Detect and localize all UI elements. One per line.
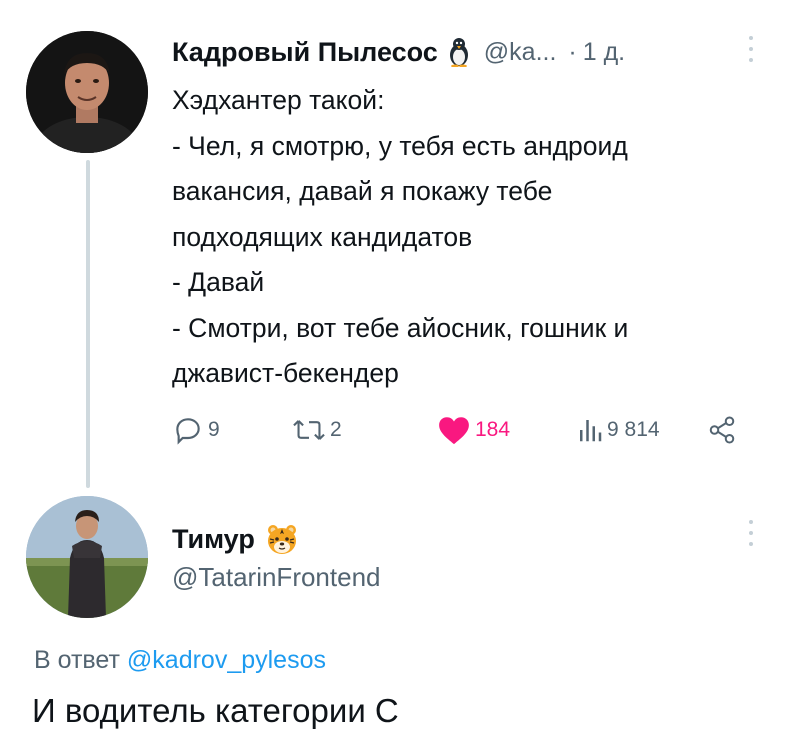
heart-icon bbox=[437, 414, 471, 446]
reply-header: Тимур bbox=[172, 522, 299, 556]
penguin-emoji-icon bbox=[448, 37, 470, 68]
thread-connector-line bbox=[86, 160, 90, 488]
author-name[interactable]: Кадровый Пылесос bbox=[172, 37, 438, 68]
retweet-button[interactable]: 2 bbox=[292, 412, 342, 448]
tweet-text-line: подходящих кандидатов bbox=[172, 221, 473, 252]
like-count: 184 bbox=[475, 418, 511, 441]
reply-count: 9 bbox=[208, 418, 220, 441]
reply-to-link[interactable]: @kadrov_pylesos bbox=[127, 646, 326, 674]
retweet-icon bbox=[292, 415, 326, 445]
tweet-text-line: джавист-бекендер bbox=[172, 358, 399, 388]
like-button[interactable]: 184 bbox=[437, 412, 510, 448]
more-icon[interactable] bbox=[748, 36, 754, 62]
reply-text: И водитель категории С bbox=[32, 692, 399, 729]
tweet-text-line: вакансия, давай я покажу тебе bbox=[172, 176, 553, 206]
views-count: 9 814 bbox=[607, 418, 660, 441]
tweet-text-line: - Смотри, вот тебе айосник, гошник и bbox=[172, 312, 629, 343]
retweet-count: 2 bbox=[330, 418, 342, 441]
tweet-text-line: Хэдхантер такой: bbox=[172, 85, 385, 115]
tweet-text-line: - Чел, я смотрю, у тебя есть андроид bbox=[172, 130, 628, 161]
tweet-time[interactable]: 1 д. bbox=[583, 38, 625, 67]
reply-more-icon[interactable] bbox=[748, 520, 754, 546]
share-button[interactable] bbox=[707, 412, 737, 448]
tweet-text-line: - Давай bbox=[172, 267, 265, 297]
reply-to-prefix: В ответ bbox=[34, 646, 120, 674]
views-button[interactable]: 9 814 bbox=[577, 412, 660, 448]
share-icon bbox=[707, 415, 737, 445]
views-icon bbox=[577, 415, 603, 445]
tweet-header: Кадровый Пылесос @ka... · 1 д. bbox=[172, 32, 625, 72]
reply-to-line: В ответ @kadrov_pylesos bbox=[34, 646, 326, 675]
tweet-actions: 9 2 184 9 814 bbox=[172, 412, 752, 452]
reply-author-avatar[interactable] bbox=[26, 496, 148, 618]
reply-author-name[interactable]: Тимур bbox=[172, 524, 255, 555]
header-separator: · bbox=[568, 37, 577, 66]
author-handle[interactable]: @ka... bbox=[484, 38, 557, 67]
reply-icon bbox=[172, 414, 204, 446]
reply-button[interactable]: 9 bbox=[172, 412, 220, 448]
tweet-text: Хэдхантер такой: - Чел, я смотрю, у тебя… bbox=[172, 78, 772, 397]
reply-author-handle[interactable]: @TatarinFrontend bbox=[172, 562, 381, 593]
tiger-emoji-icon bbox=[265, 522, 299, 556]
author-avatar[interactable] bbox=[26, 31, 148, 153]
